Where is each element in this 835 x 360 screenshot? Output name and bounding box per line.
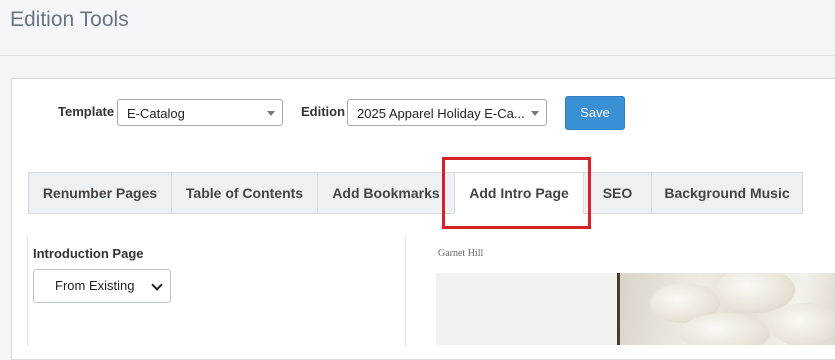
save-button[interactable]: Save (565, 96, 625, 130)
template-select[interactable]: E-Catalog (117, 99, 283, 126)
template-label: Template (58, 104, 115, 119)
left-column-border (27, 236, 28, 346)
edition-label: Edition (301, 104, 346, 119)
tab-add-bookmarks[interactable]: Add Bookmarks (317, 172, 454, 214)
introduction-page-select[interactable]: From Existing (33, 269, 171, 303)
dropdown-arrow-icon (267, 111, 275, 116)
tab-highlight-box (442, 157, 591, 229)
introduction-page-label: Introduction Page (33, 246, 144, 261)
chevron-down-icon (151, 279, 163, 291)
edition-select[interactable]: 2025 Apparel Holiday E-Ca... (347, 99, 547, 126)
tab-table-of-contents[interactable]: Table of Contents (171, 172, 317, 214)
preview-brand-logo: Garnet Hill (438, 248, 484, 259)
column-divider (405, 236, 406, 346)
sweater-photo (617, 273, 835, 345)
page-title: Edition Tools (10, 8, 129, 31)
template-select-value: E-Catalog (127, 106, 185, 121)
edition-select-value: 2025 Apparel Holiday E-Ca... (357, 106, 525, 121)
tab-seo[interactable]: SEO (583, 172, 651, 214)
header-divider (0, 55, 835, 56)
dropdown-arrow-icon (531, 111, 539, 116)
introduction-page-select-value: From Existing (55, 278, 135, 293)
intro-page-preview-image (436, 273, 835, 345)
tab-renumber-pages[interactable]: Renumber Pages (28, 172, 171, 214)
tab-background-music[interactable]: Background Music (651, 172, 803, 214)
